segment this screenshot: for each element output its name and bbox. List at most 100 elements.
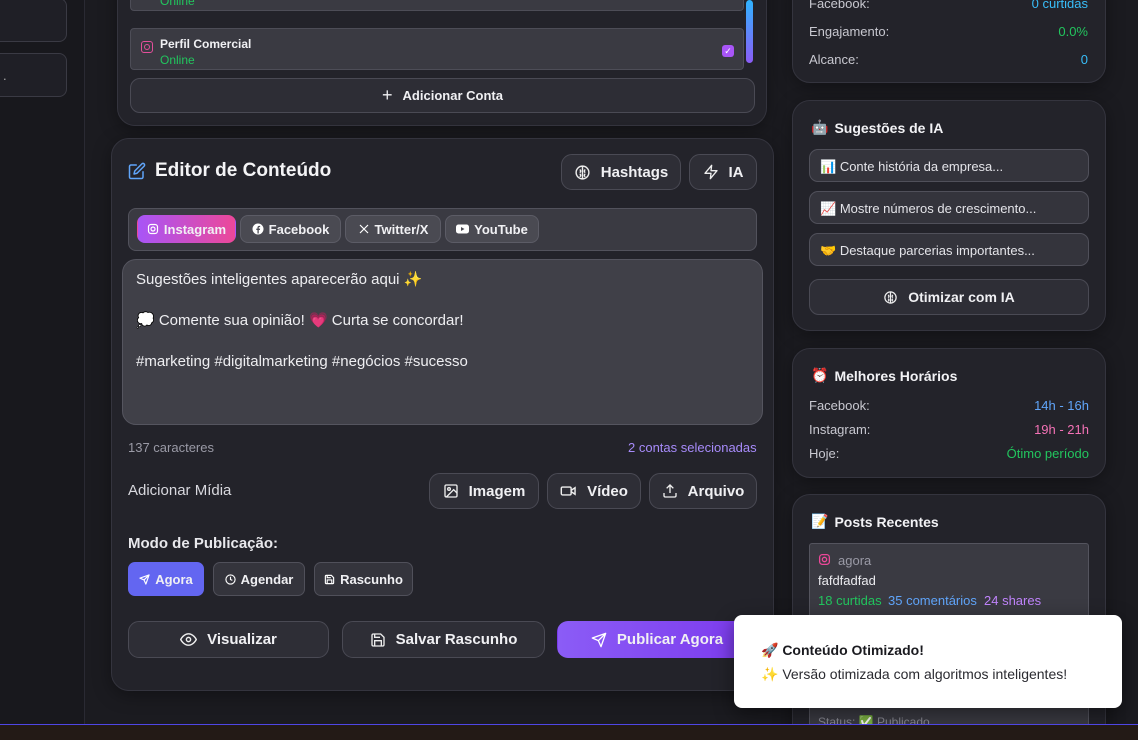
best-hours-title: ⏰ Melhores Horários xyxy=(811,367,957,384)
video-icon xyxy=(560,486,576,496)
brain-icon xyxy=(575,164,590,180)
suggestion-text: Mostre números de crescimento... xyxy=(839,201,1037,216)
optimize-ai-button[interactable]: Otimizar com IA xyxy=(809,279,1089,315)
tab-label: Twitter/X xyxy=(374,221,429,237)
tab-label: Instagram xyxy=(163,221,227,237)
optimize-ai-label: Otimizar com IA xyxy=(908,289,1015,305)
mode-now-label: Agora xyxy=(155,571,193,587)
add-video-button[interactable]: Vídeo xyxy=(547,473,641,509)
handshake-icon: 🤝 xyxy=(820,243,837,258)
mode-schedule-button[interactable]: Agendar xyxy=(213,562,305,596)
preview-button[interactable]: Visualizar xyxy=(128,621,329,658)
post-likes: 18 curtidas xyxy=(818,593,882,608)
tab-label: Facebook xyxy=(268,221,330,237)
save-draft-label: Salvar Rascunho xyxy=(395,631,518,648)
mode-draft-button[interactable]: Rascunho xyxy=(314,562,413,596)
alarm-clock-icon: ⏰ xyxy=(811,367,829,383)
tab-instagram[interactable]: Instagram xyxy=(137,215,236,243)
content-line: 💭 Comente sua opinião! 💗 Curta se concor… xyxy=(136,312,464,329)
media-label: Adicionar Mídia xyxy=(128,482,232,499)
save-icon xyxy=(370,632,385,647)
add-account-label: Adicionar Conta xyxy=(402,88,503,103)
toast-message: ✨ Versão otimizada com algoritmos inteli… xyxy=(761,666,1068,682)
character-count: 137 caracteres xyxy=(128,440,214,455)
ia-label: IA xyxy=(728,163,744,181)
account-status: Online xyxy=(160,53,195,67)
suggestion-text: Destaque parcerias importantes... xyxy=(839,243,1035,258)
hour-value: 19h - 21h xyxy=(1034,422,1089,437)
instagram-icon xyxy=(818,553,831,566)
hashtags-label: Hashtags xyxy=(600,163,669,181)
content-line xyxy=(136,291,749,312)
eye-icon xyxy=(180,633,198,646)
post-text: fafdfadfad xyxy=(818,573,876,588)
sidebar-item[interactable] xyxy=(0,0,67,42)
post-time: agora xyxy=(838,553,872,568)
content-textarea[interactable]: Sugestões inteligentes aparecerão aqui ✨… xyxy=(122,259,763,425)
ia-button[interactable]: IA xyxy=(689,154,757,190)
stat-label: Facebook: xyxy=(809,0,870,11)
file-label: Arquivo xyxy=(687,482,745,500)
chart-icon: 📊 xyxy=(820,159,837,174)
add-image-button[interactable]: Imagem xyxy=(429,473,539,509)
account-item[interactable]: Perfil Comercial Online ✓ xyxy=(130,28,744,70)
content-line: Sugestões inteligentes aparecerão aqui ✨ xyxy=(136,271,423,288)
tab-twitter[interactable]: Twitter/X xyxy=(345,215,441,243)
add-account-button[interactable]: + Adicionar Conta xyxy=(130,78,755,113)
toast-notification[interactable]: 🚀 Conteúdo Otimizado! ✨ Versão otimizada… xyxy=(734,615,1122,708)
video-label: Vídeo xyxy=(587,482,628,500)
accounts-scrollbar[interactable] xyxy=(746,0,753,63)
stat-value: 0.0% xyxy=(1058,24,1088,39)
clock-icon xyxy=(224,573,236,585)
add-file-button[interactable]: Arquivo xyxy=(649,473,757,509)
tab-youtube[interactable]: YouTube xyxy=(445,215,539,243)
send-icon xyxy=(139,573,150,585)
stat-value: 0 xyxy=(1080,52,1088,67)
post-shares: 24 shares xyxy=(984,593,1042,608)
suggestion-item[interactable]: 📈 Mostre números de crescimento... xyxy=(809,191,1089,224)
selected-accounts-count: 2 contas selecionadas xyxy=(628,440,757,455)
left-sidebar: . xyxy=(0,0,85,724)
ai-suggestions-title-text: Sugestões de IA xyxy=(834,119,944,136)
facebook-icon xyxy=(252,223,264,235)
youtube-icon xyxy=(456,224,470,234)
publish-now-label: Publicar Agora xyxy=(616,631,724,648)
best-hours-title-text: Melhores Horários xyxy=(834,367,958,384)
content-line: #marketing #digitalmarketing #negócios #… xyxy=(136,353,468,370)
stat-value: 0 curtidas xyxy=(1031,0,1088,11)
upload-icon xyxy=(662,484,677,498)
mode-schedule-label: Agendar xyxy=(240,571,294,587)
trend-icon: 📈 xyxy=(820,201,837,216)
robot-icon: 🤖 xyxy=(811,119,829,135)
bottom-divider xyxy=(0,724,1138,740)
stat-label: Engajamento: xyxy=(809,24,890,39)
publish-mode-label: Modo de Publicação: xyxy=(128,535,279,552)
hour-label: Instagram: xyxy=(809,422,871,437)
hour-value: Ótimo período xyxy=(1006,446,1089,461)
sidebar-item[interactable]: . xyxy=(0,53,67,97)
preview-label: Visualizar xyxy=(207,631,277,648)
instagram-icon xyxy=(141,41,153,53)
x-logo-icon xyxy=(359,224,368,234)
save-draft-button[interactable]: Salvar Rascunho xyxy=(342,621,545,658)
hashtags-button[interactable]: Hashtags xyxy=(561,154,681,190)
suggestion-item[interactable]: 📊 Conte história da empresa... xyxy=(809,149,1089,182)
publish-now-button[interactable]: Publicar Agora xyxy=(557,621,757,658)
suggestion-item[interactable]: 🤝 Destaque parcerias importantes... xyxy=(809,233,1089,266)
editor-title: Editor de Conteúdo xyxy=(128,160,331,182)
account-name: Perfil Comercial xyxy=(160,37,252,51)
check-icon[interactable]: ✓ xyxy=(722,45,734,57)
lightning-icon xyxy=(703,164,718,180)
suggestion-text: Conte história da empresa... xyxy=(839,159,1004,174)
edit-icon xyxy=(128,162,146,180)
mode-draft-label: Rascunho xyxy=(340,571,403,587)
toast-title: 🚀 Conteúdo Otimizado! xyxy=(761,642,924,658)
image-icon xyxy=(443,484,458,498)
tab-facebook[interactable]: Facebook xyxy=(240,215,341,243)
post-comments: 35 comentários xyxy=(888,593,977,608)
hour-value: 14h - 16h xyxy=(1034,398,1089,413)
stats-card xyxy=(792,0,1106,83)
account-item[interactable]: Online ✓ xyxy=(130,0,744,11)
brain-icon xyxy=(884,290,897,304)
mode-now-button[interactable]: Agora xyxy=(128,562,204,596)
